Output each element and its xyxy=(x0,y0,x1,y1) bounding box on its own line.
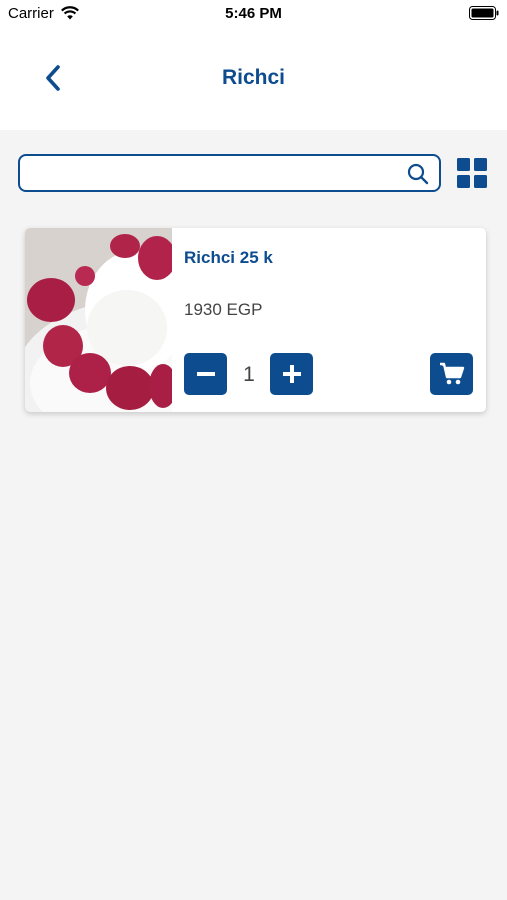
product-price: 1930 EGP xyxy=(184,300,263,319)
product-image[interactable] xyxy=(25,228,172,412)
grid-view-icon[interactable] xyxy=(457,158,487,188)
plus-icon xyxy=(282,365,301,383)
minus-icon xyxy=(196,372,215,376)
page-title: Richci xyxy=(221,66,286,89)
cart-icon xyxy=(439,362,464,385)
product-name[interactable]: Richci 25 k xyxy=(184,248,273,268)
status-bar: Carrier 5:46 PM xyxy=(0,0,507,26)
add-to-cart-button[interactable] xyxy=(430,353,473,395)
navigation-bar: Richci xyxy=(0,26,507,130)
quantity-value: 1 xyxy=(243,363,255,386)
battery-icon xyxy=(469,6,499,20)
product-card[interactable]: Richci 25 k 1930 EGP 1 xyxy=(25,228,486,412)
decrease-quantity-button[interactable] xyxy=(184,353,227,395)
search-icon[interactable] xyxy=(407,163,429,185)
status-time: 5:46 PM xyxy=(225,5,282,22)
search-input[interactable] xyxy=(28,160,398,186)
search-box[interactable] xyxy=(18,154,441,192)
increase-quantity-button[interactable] xyxy=(270,353,313,395)
